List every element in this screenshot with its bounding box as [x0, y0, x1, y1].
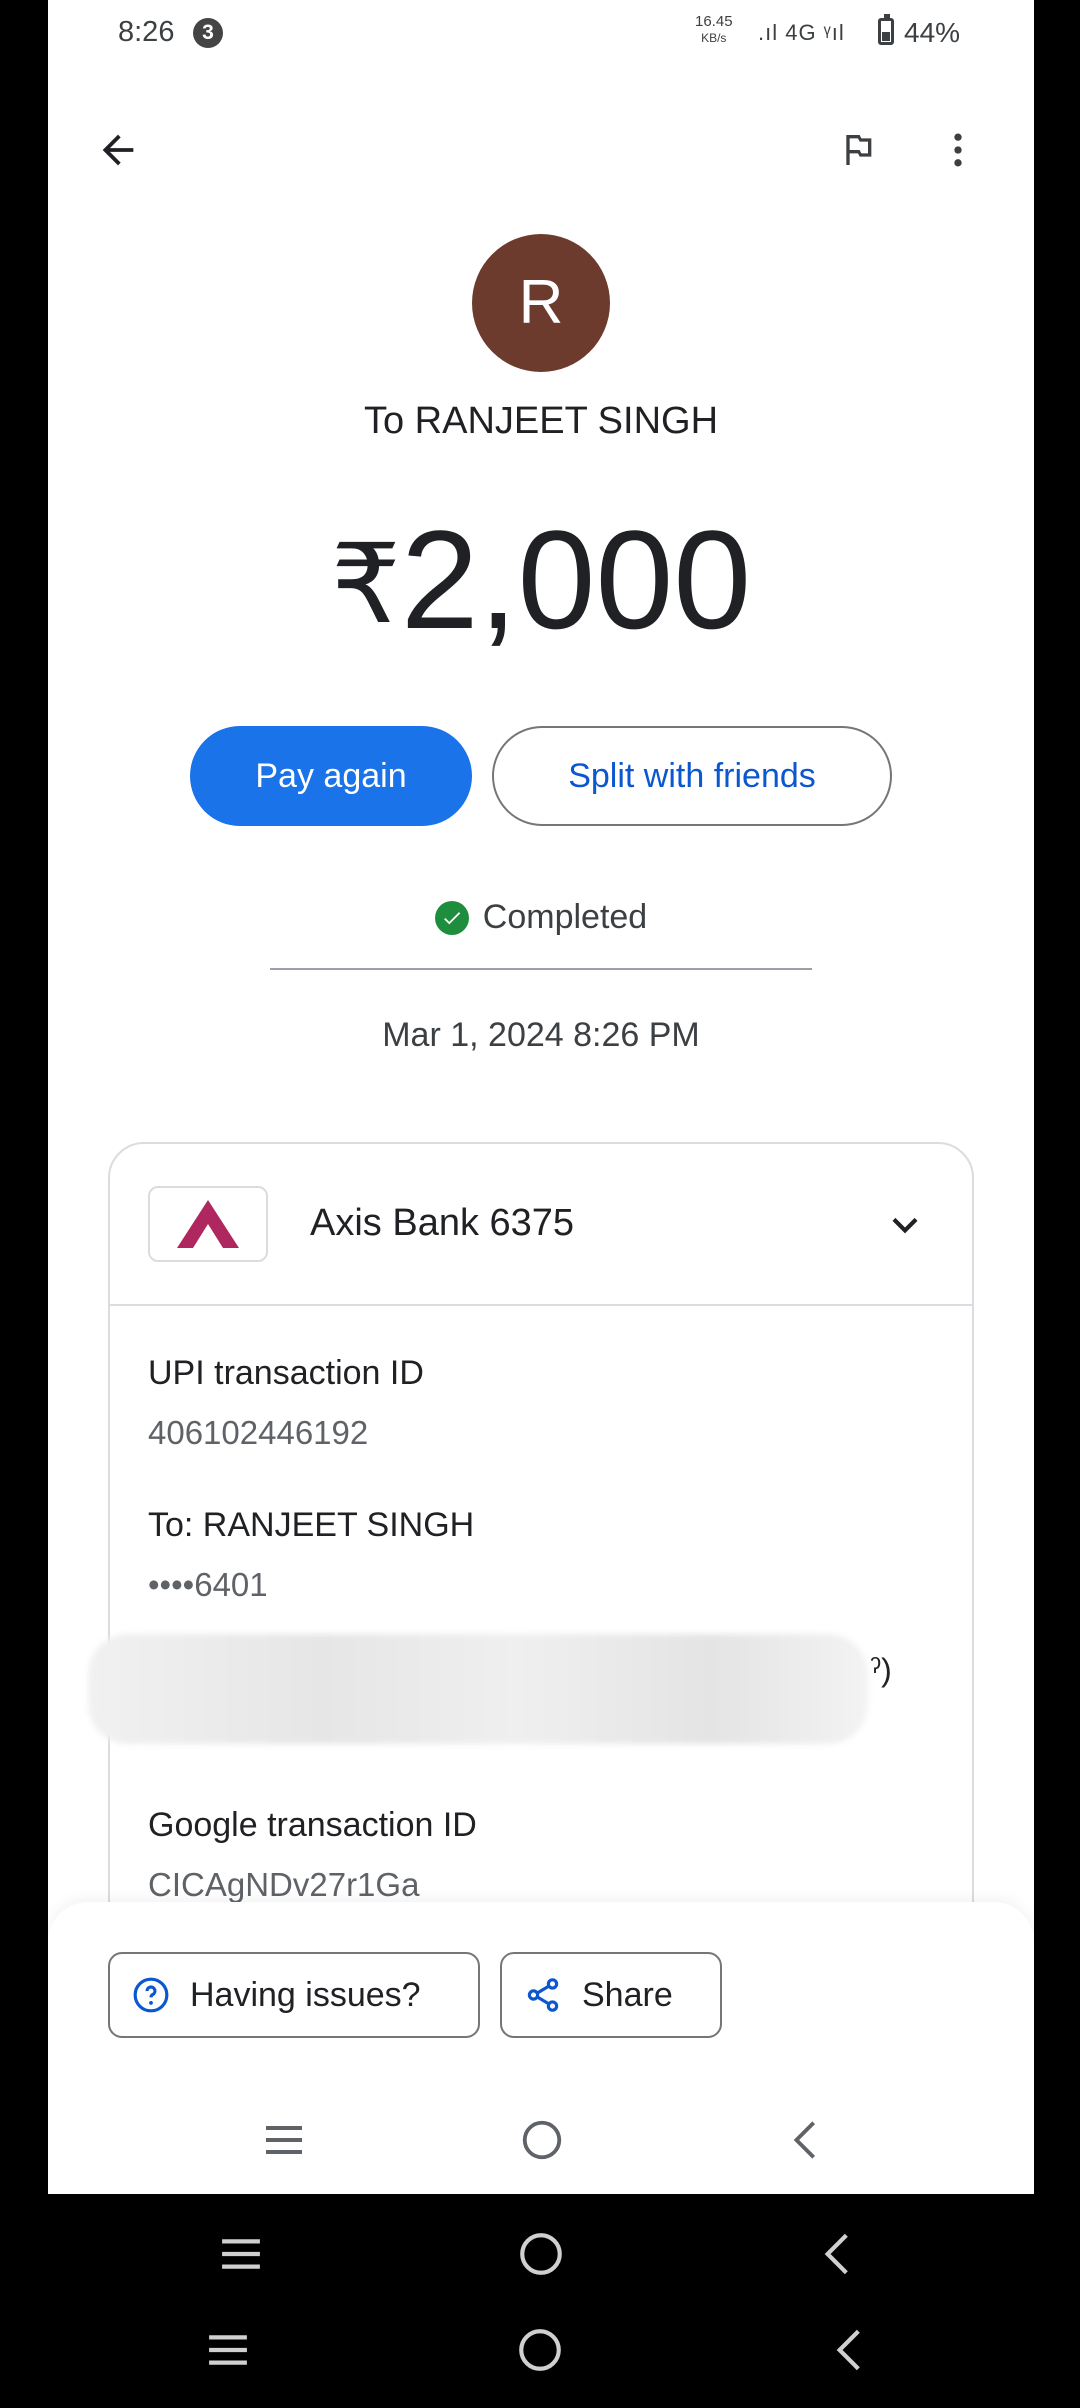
having-issues-button[interactable]: Having issues?: [108, 1952, 480, 2038]
bank-name: Axis Bank 6375: [310, 1202, 575, 1244]
battery-level: 44%: [904, 17, 961, 48]
system-recents-icon[interactable]: [198, 2320, 258, 2380]
flag-icon[interactable]: [828, 120, 888, 180]
divider: [270, 968, 812, 970]
help-icon: [133, 1977, 169, 2013]
payee-avatar: R: [472, 234, 610, 372]
chevron-down-icon[interactable]: [880, 1200, 930, 1250]
outer-home-icon[interactable]: [511, 2224, 571, 2284]
google-transaction-id-value: CICAgNDv27r1Ga: [148, 1866, 420, 1903]
battery-icon: [878, 14, 894, 45]
app-screen: 8:26 3 16.45 KB/s .ıl 4G ᵞıl 44% R To RA…: [48, 0, 1034, 2194]
network-speed-value: 16.45: [695, 13, 733, 30]
status-time: 8:26: [118, 16, 175, 48]
outer-recents-icon[interactable]: [211, 2224, 271, 2284]
status-completed: Completed: [48, 898, 1034, 937]
upi-transaction-id-label: UPI transaction ID: [148, 1354, 424, 1392]
check-circle-icon: [434, 900, 469, 935]
currency-symbol: ₹: [330, 523, 401, 646]
google-transaction-id-label: Google transaction ID: [148, 1806, 477, 1844]
to-account-value: ••••6401: [148, 1566, 268, 1603]
upi-transaction-id-value: 406102446192: [148, 1414, 369, 1451]
status-text: Completed: [482, 898, 648, 936]
redacted-region: [88, 1634, 868, 1744]
system-back-icon[interactable]: [820, 2320, 880, 2380]
bank-account-row[interactable]: Axis Bank 6375: [110, 1144, 972, 1306]
system-home-icon[interactable]: [510, 2320, 570, 2380]
amount-value: 2,000: [400, 501, 752, 658]
transaction-datetime: Mar 1, 2024 8:26 PM: [382, 1016, 700, 1054]
having-issues-label: Having issues?: [190, 1975, 421, 2014]
payee-name: To RANJEET SINGH: [363, 400, 719, 442]
notification-count-badge: 3: [193, 18, 223, 48]
home-icon[interactable]: [512, 2110, 572, 2170]
share-icon: [527, 1978, 559, 2012]
network-speed: 16.45 KB/s: [695, 14, 733, 46]
status-bar: 8:26 3 16.45 KB/s .ıl 4G ᵞıl 44%: [48, 0, 1034, 70]
transaction-amount: ₹2,000: [48, 500, 1034, 665]
split-with-friends-button[interactable]: Split with friends: [492, 726, 892, 826]
signal-indicators: .ıl 4G ᵞıl: [758, 20, 845, 45]
axis-bank-logo-icon: [148, 1186, 268, 1262]
share-label: Share: [582, 1975, 673, 2014]
back-arrow-icon[interactable]: [88, 120, 148, 180]
nav-back-icon[interactable]: [776, 2110, 836, 2170]
share-button[interactable]: Share: [500, 1952, 722, 2038]
more-vert-icon[interactable]: [928, 120, 988, 180]
pay-again-button[interactable]: Pay again: [190, 726, 472, 826]
recents-icon[interactable]: [254, 2110, 314, 2170]
outer-back-icon[interactable]: [808, 2224, 868, 2284]
to-account-label: To: RANJEET SINGH: [148, 1506, 475, 1544]
network-speed-unit: KB/s: [701, 31, 727, 45]
redacted-text-tail: ˀ): [870, 1652, 892, 1688]
